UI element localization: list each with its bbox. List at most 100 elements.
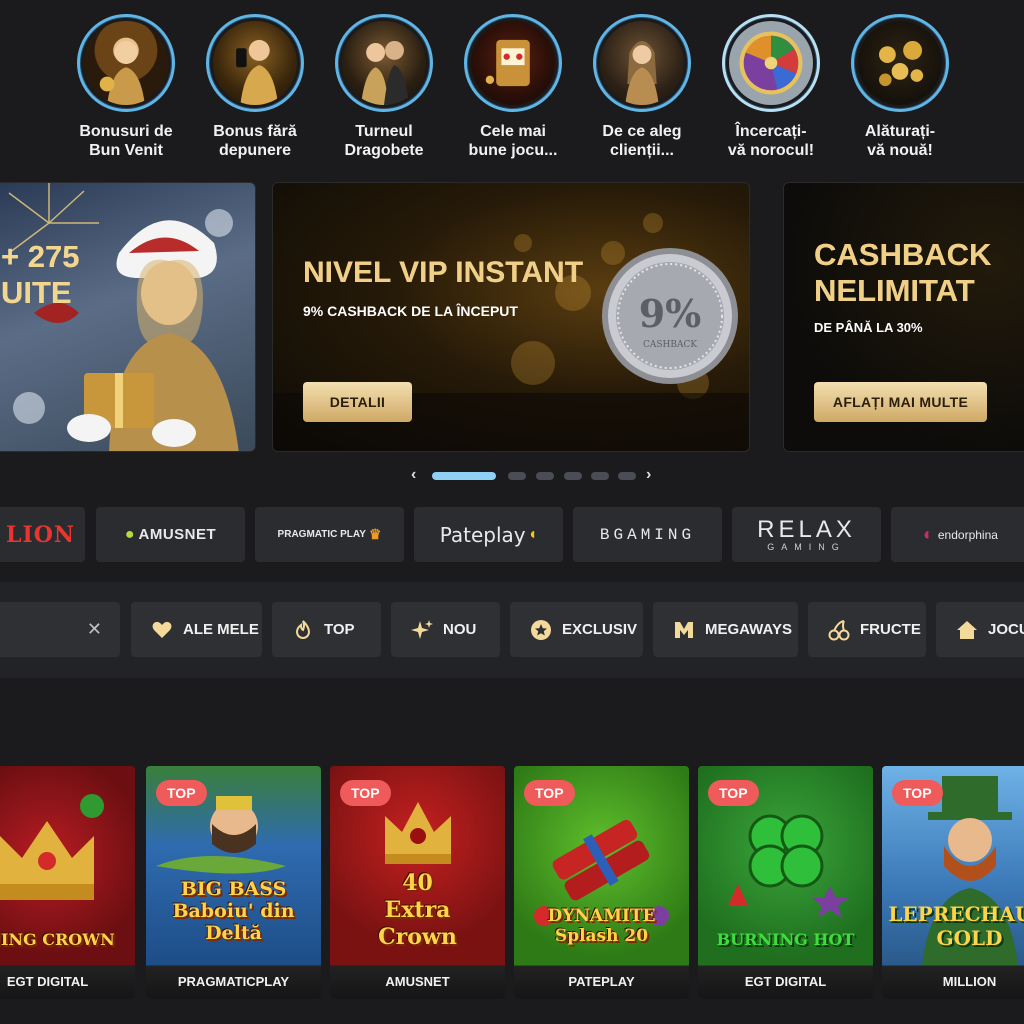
story-label: Alăturați- vă nouă! xyxy=(864,123,936,159)
provider-lion[interactable]: LION xyxy=(0,507,85,562)
filter-my-games[interactable]: ALE MELE xyxy=(131,602,262,657)
chevron-right-icon[interactable]: › xyxy=(646,466,651,484)
provider-logo: LION xyxy=(5,521,76,548)
story-ring xyxy=(464,14,562,112)
story-label: Bonus fără depunere xyxy=(213,123,297,159)
megaways-icon xyxy=(673,619,695,641)
pager-dot[interactable] xyxy=(432,472,496,480)
game-title: BURNING HOT xyxy=(716,930,855,949)
game-title: BIG BASS Baboiu' din Deltă xyxy=(172,878,295,944)
pragmatic-flame-icon: ♛ xyxy=(368,526,382,542)
provider-relax[interactable]: RELAX GAMING xyxy=(732,507,881,562)
filter-top[interactable]: TOP xyxy=(272,602,381,657)
game-provider: AMUSNET xyxy=(330,965,505,999)
slot-machine-icon xyxy=(471,21,555,105)
game-grid: NING CROWN P EGT DIGITAL BIG BASS Baboiu… xyxy=(0,766,1024,1000)
provider-endorphina[interactable]: ◐ endorphina xyxy=(891,507,1024,562)
filter-fruits[interactable]: FRUCTE xyxy=(808,602,926,657)
casino-page: Bonusuri de Bun Venit Bonus fără depuner… xyxy=(0,0,1024,1024)
banner-cashback[interactable]: CASHBACK NELIMITAT DE PÂNĂ LA 30% AFLAȚI… xyxy=(783,182,1024,452)
filter-label: EXCLUSIV xyxy=(562,621,638,638)
game-filters: ✕ ALE MELE TOP NOU EXCLUSIV MEGAWAYS FRU… xyxy=(0,602,1024,658)
story-why-clients[interactable]: De ce aleg clienții... xyxy=(582,14,702,160)
banner-title: + 275 UITE xyxy=(1,239,80,310)
provider-pragmatic[interactable]: PRAGMATIC PLAY ♛ xyxy=(255,507,404,562)
game-card[interactable]: NING CROWN P EGT DIGITAL xyxy=(0,766,135,999)
filter-label: FRUCTE xyxy=(860,621,921,638)
house-icon xyxy=(956,619,978,641)
coin-percent-text: 9% xyxy=(639,291,702,336)
game-title: NING CROWN xyxy=(0,930,115,949)
provider-logo: AMUSNET xyxy=(138,526,217,543)
game-title: DYNAMITE Splash 20 xyxy=(547,906,656,946)
carousel-pager: ‹ › xyxy=(0,466,1024,486)
pager-dot[interactable] xyxy=(591,472,609,480)
filter-exclusive[interactable]: EXCLUSIV xyxy=(510,602,643,657)
top-badge: TOP xyxy=(340,780,391,806)
story-welcome-bonus[interactable]: Bonusuri de Bun Venit xyxy=(66,14,186,160)
promo-carousel: + 275 UITE 9% CASHBACK NIVEL VIP INSTANT… xyxy=(0,182,1024,454)
fortune-wheel-icon xyxy=(729,21,813,105)
filter-label: TOP xyxy=(324,621,355,638)
provider-pateplay[interactable]: Pateplay ◖ xyxy=(414,507,563,562)
story-no-deposit[interactable]: Bonus fără depunere xyxy=(195,14,315,160)
game-card[interactable]: BIG BASS Baboiu' din Deltă TOP PRAGMATIC… xyxy=(146,766,321,999)
game-provider: PRAGMATICPLAY xyxy=(146,965,321,999)
pager-dot[interactable] xyxy=(508,472,526,480)
game-card[interactable]: BURNING HOT TOP EGT DIGITAL xyxy=(698,766,873,999)
endorphina-logo-icon: ◐ xyxy=(923,524,934,544)
game-card[interactable]: DYNAMITE Splash 20 TOP PATEPLAY xyxy=(514,766,689,999)
story-ring xyxy=(593,14,691,112)
cherry-icon xyxy=(828,619,850,641)
provider-bgaming[interactable]: BGAMING xyxy=(573,507,722,562)
couple-icon xyxy=(342,21,426,105)
game-card[interactable]: LEPRECHAUN GOLD TOP MILLION xyxy=(882,766,1024,999)
story-ring xyxy=(851,14,949,112)
game-provider: EGT DIGITAL xyxy=(0,965,135,999)
story-join-us[interactable]: Alăturați- vă nouă! xyxy=(840,14,960,160)
story-try-luck[interactable]: Încercați- vă norocul! xyxy=(711,14,831,160)
banner-vip[interactable]: 9% CASHBACK NIVEL VIP INSTANT 9% CASHBAC… xyxy=(272,182,750,452)
provider-logo: BGAMING xyxy=(599,525,696,544)
game-title: 40 Extra Crown xyxy=(378,870,457,950)
provider-amusnet[interactable]: ● AMUSNET xyxy=(96,507,245,562)
search-field[interactable]: ✕ xyxy=(0,602,120,657)
santa-woman-illustration xyxy=(8,183,239,451)
learn-more-button[interactable]: AFLAȚI MAI MULTE xyxy=(814,382,987,422)
story-ring xyxy=(77,14,175,112)
woman-phone-icon xyxy=(213,21,297,105)
flame-icon xyxy=(292,619,314,641)
story-ring xyxy=(722,14,820,112)
story-label: Turneul Dragobete xyxy=(344,123,424,159)
heart-icon xyxy=(151,619,173,641)
provider-logo: endorphina xyxy=(937,527,998,542)
banner-free-spins[interactable]: + 275 UITE xyxy=(0,182,256,452)
game-provider: MILLION xyxy=(882,965,1024,999)
chevron-left-icon[interactable]: ‹ xyxy=(411,466,416,484)
woman-gold-icon xyxy=(84,21,168,105)
story-label: Cele mai bune jocu... xyxy=(468,123,558,159)
cashback-coin-icon: 9% CASHBACK xyxy=(602,248,738,384)
pager-dot[interactable] xyxy=(536,472,554,480)
game-card[interactable]: 40 Extra Crown TOP AMUSNET xyxy=(330,766,505,999)
banner-title: CASHBACK NELIMITAT xyxy=(814,237,992,308)
close-icon[interactable]: ✕ xyxy=(87,619,102,640)
sparkle-icon xyxy=(411,619,433,641)
banner-title: NIVEL VIP INSTANT xyxy=(303,256,584,289)
banner-subtitle: DE PÂNĂ LA 30% xyxy=(814,320,923,335)
story-tournament[interactable]: Turneul Dragobete xyxy=(324,14,444,160)
filter-megaways[interactable]: MEGAWAYS xyxy=(653,602,798,657)
amusnet-leaf-icon: ● xyxy=(124,525,135,543)
promo-stories: Bonusuri de Bun Venit Bonus fără depuner… xyxy=(0,14,1024,174)
provider-logo: RELAX xyxy=(757,515,856,543)
pager-dot[interactable] xyxy=(564,472,582,480)
story-ring xyxy=(206,14,304,112)
pager-dot[interactable] xyxy=(618,472,636,480)
filter-new[interactable]: NOU xyxy=(391,602,500,657)
filter-label: JOCU xyxy=(988,621,1024,638)
details-button[interactable]: DETALII xyxy=(303,382,412,422)
game-provider: PATEPLAY xyxy=(514,965,689,999)
filter-games[interactable]: JOCU xyxy=(936,602,1024,657)
story-best-games[interactable]: Cele mai bune jocu... xyxy=(453,14,573,160)
game-provider: EGT DIGITAL xyxy=(698,965,873,999)
